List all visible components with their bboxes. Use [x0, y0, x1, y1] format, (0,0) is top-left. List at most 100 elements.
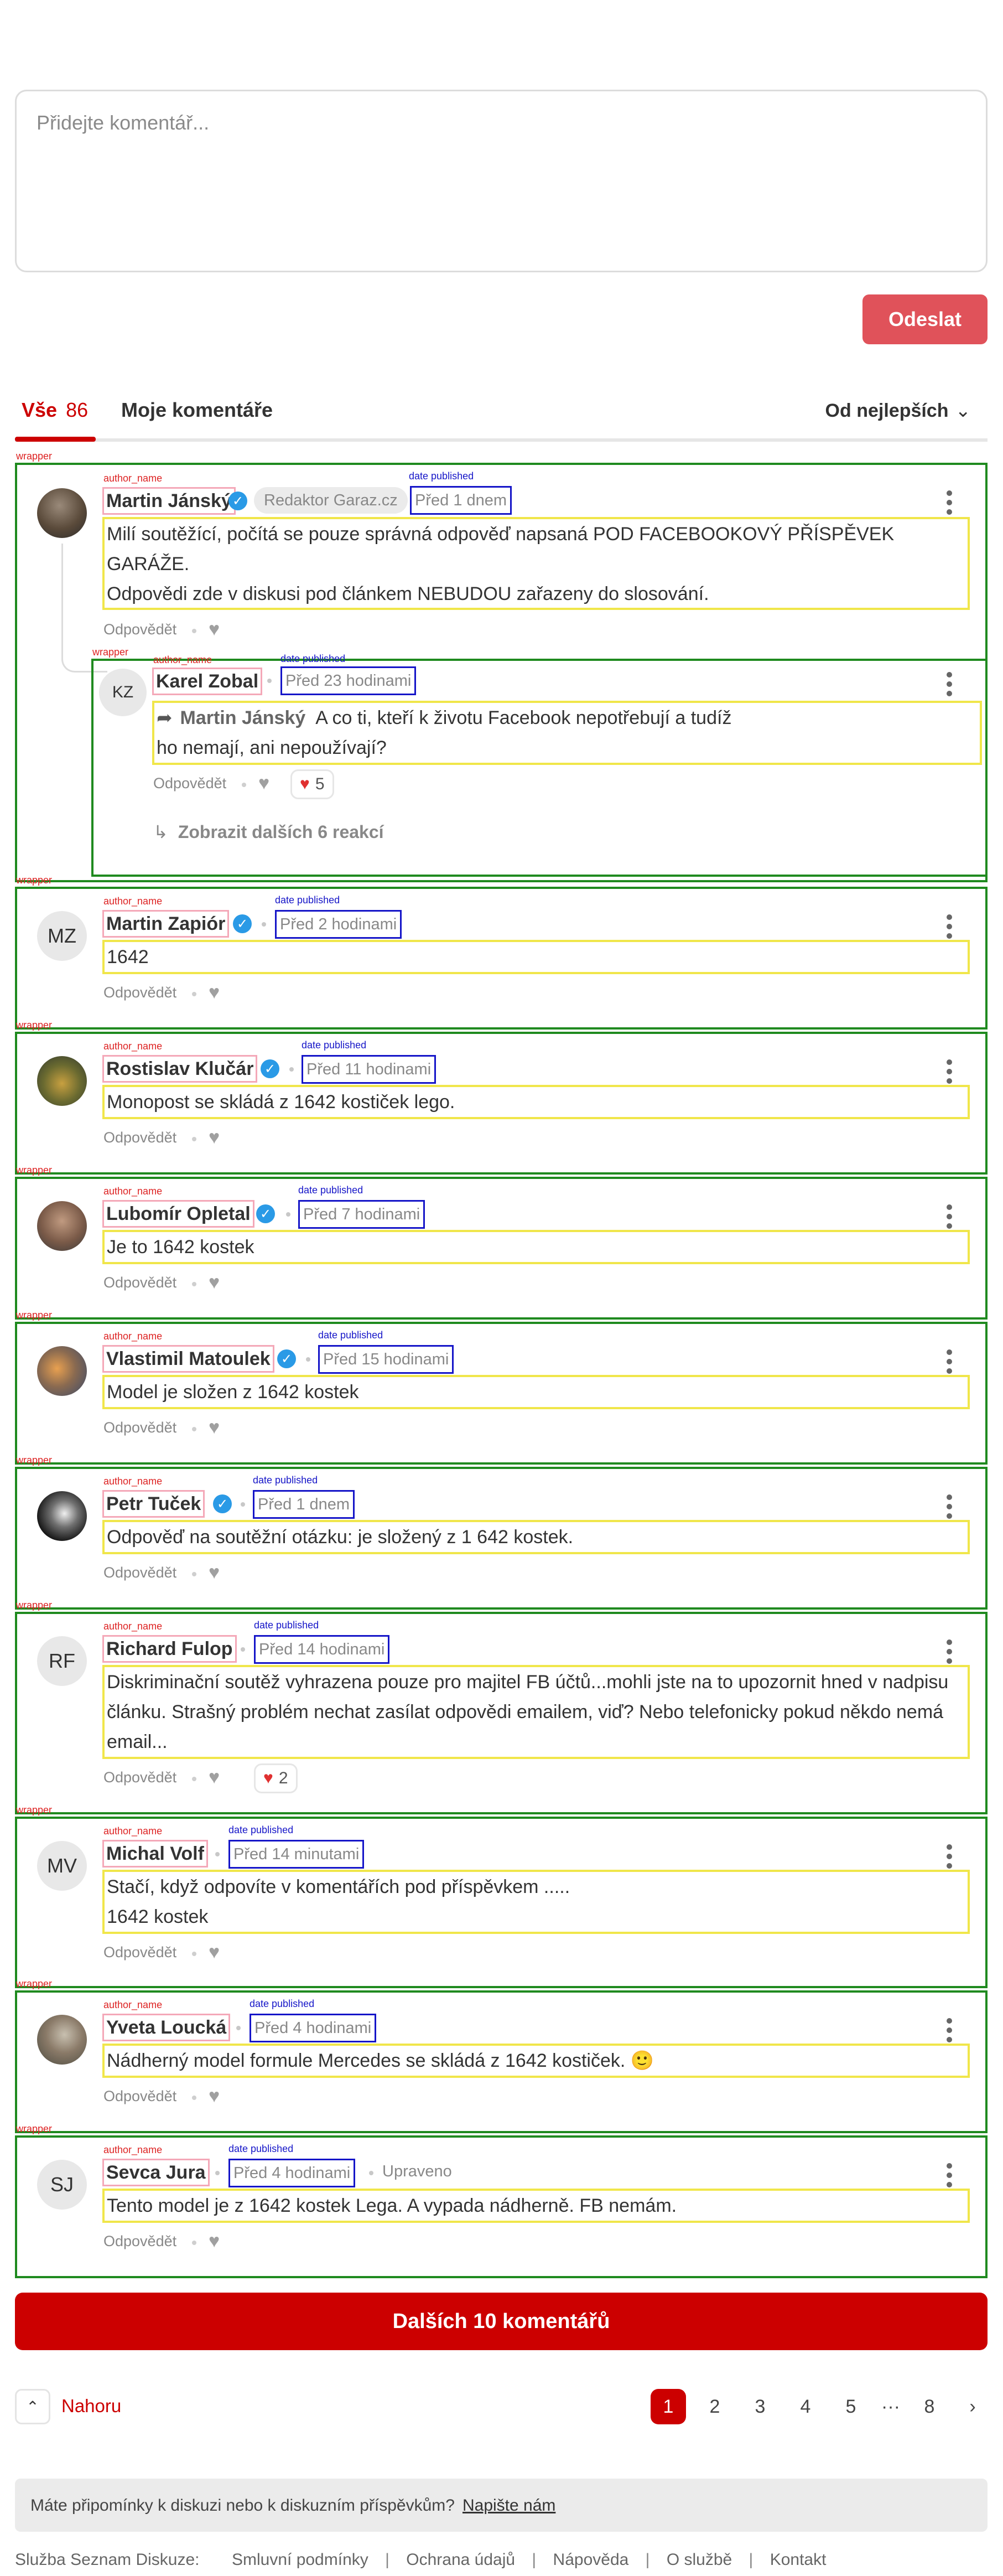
comment-placeholder: Přidejte komentář... — [37, 111, 210, 134]
author-name[interactable]: Petr Tuček — [102, 1490, 205, 1518]
comment-textarea[interactable]: Přidejte komentář... — [15, 90, 988, 272]
date-published-tag: date published — [228, 2143, 294, 2154]
avatar[interactable]: MZ — [37, 911, 87, 961]
separator-dot — [267, 679, 272, 683]
page-5[interactable]: 5 — [833, 2389, 869, 2424]
avatar[interactable] — [37, 1346, 87, 1396]
page-1[interactable]: 1 — [651, 2389, 686, 2424]
author-name[interactable]: Martin Jánský — [102, 487, 236, 515]
like-heart-icon[interactable]: ♥ — [209, 620, 220, 639]
author-name[interactable]: Yveta Loucká — [102, 2014, 231, 2041]
author-name[interactable]: Martin Zapiór — [102, 910, 230, 938]
comment-text: Nádherný model formule Mercedes se sklád… — [102, 2044, 970, 2078]
date-published: Před 4 hodinami — [228, 2159, 356, 2187]
comment-wrapper: wrapper author_name date published Lubom… — [15, 1165, 988, 1320]
wrapper-tag: wrapper — [16, 1020, 53, 1031]
show-more-replies-button[interactable]: ↳ Zobrazit dalších 6 reakcí — [153, 821, 384, 842]
page-3[interactable]: 3 — [742, 2389, 778, 2424]
comment-wrapper: wrapper author_name date published Petr … — [15, 1455, 988, 1610]
author-name[interactable]: Vlastimil Matoulek — [102, 1345, 274, 1373]
like-heart-icon[interactable]: ♥ — [209, 1768, 220, 1787]
feedback-bar: Máte připomínky k diskuzi nebo k diskuzn… — [15, 2479, 988, 2532]
more-options-icon[interactable] — [947, 1204, 953, 1233]
like-heart-icon[interactable]: ♥ — [258, 774, 269, 793]
likes-count-badge[interactable]: ♥ 2 — [254, 1763, 298, 1793]
page-8[interactable]: 8 — [912, 2389, 947, 2424]
date-published-tag: date published — [253, 1475, 318, 1486]
author-name[interactable]: Lubomír Opletal — [102, 1200, 254, 1228]
footer-link-contact[interactable]: Kontakt — [770, 2551, 827, 2569]
avatar[interactable] — [37, 1201, 87, 1251]
tab-all[interactable]: Vše 86 — [22, 399, 88, 422]
sort-dropdown[interactable]: Od nejlepších ⌄ — [825, 400, 971, 422]
like-heart-icon[interactable]: ♥ — [209, 1943, 220, 1962]
like-heart-icon[interactable]: ♥ — [209, 2232, 220, 2251]
more-options-icon[interactable] — [947, 1494, 953, 1523]
like-heart-icon[interactable]: ♥ — [209, 1128, 220, 1147]
avatar[interactable] — [37, 488, 87, 538]
like-heart-icon[interactable]: ♥ — [209, 1273, 220, 1292]
reply-button[interactable]: Odpovědět — [103, 1944, 176, 1961]
more-options-icon[interactable] — [947, 2163, 953, 2191]
reply-button[interactable]: Odpovědět — [103, 1274, 176, 1291]
more-options-icon[interactable] — [947, 914, 953, 943]
quoted-author[interactable]: Martin Jánský — [180, 707, 306, 728]
more-options-icon[interactable] — [947, 672, 953, 700]
likes-count-badge[interactable]: ♥ 5 — [290, 769, 334, 799]
avatar[interactable]: KZ — [99, 669, 147, 716]
reply-button[interactable]: Odpovědět — [103, 1564, 176, 1581]
avatar[interactable] — [37, 2015, 87, 2065]
footer-link-about[interactable]: O službě — [667, 2551, 732, 2569]
author-name[interactable]: Michal Volf — [102, 1840, 208, 1868]
more-options-icon[interactable] — [947, 1349, 953, 1378]
date-published-tag: date published — [250, 1998, 315, 2009]
footer-link-help[interactable]: Nápověda — [553, 2551, 629, 2569]
more-options-icon[interactable] — [947, 1844, 953, 1872]
chevron-right-icon[interactable]: › — [955, 2389, 990, 2424]
author-name[interactable]: Richard Fulop — [102, 1635, 237, 1663]
more-options-icon[interactable] — [947, 1059, 953, 1088]
load-more-comments-button[interactable]: Dalších 10 komentářů — [15, 2293, 988, 2350]
comment-text-line: GARÁŽE. — [107, 554, 190, 575]
avatar[interactable] — [37, 1491, 87, 1541]
author-name[interactable]: Sevca Jura — [102, 2159, 210, 2186]
like-heart-icon[interactable]: ♥ — [209, 983, 220, 1002]
like-heart-icon[interactable]: ♥ — [209, 1418, 220, 1437]
avatar[interactable]: RF — [37, 1636, 87, 1686]
author-name-tag: author_name — [103, 1999, 163, 2010]
comment-text: Monopost se skládá z 1642 kostiček lego. — [102, 1085, 970, 1119]
page-4[interactable]: 4 — [788, 2389, 823, 2424]
send-button[interactable]: Odeslat — [862, 294, 988, 344]
comment-text-line: email... — [107, 1731, 168, 1752]
reply-button[interactable]: Odpovědět — [153, 775, 226, 792]
tab-my-comments[interactable]: Moje komentáře — [121, 399, 273, 422]
more-options-icon[interactable] — [947, 2018, 953, 2046]
write-us-link[interactable]: Napište nám — [462, 2496, 555, 2515]
comment-text-line: Odpovědi zde v diskusi pod článkem NEBUD… — [107, 583, 709, 604]
avatar[interactable]: SJ — [37, 2160, 87, 2210]
more-options-icon[interactable] — [947, 1639, 953, 1668]
author-name[interactable]: Karel Zobal — [152, 668, 263, 695]
separator-dot — [192, 1282, 196, 1286]
reply-button[interactable]: Odpovědět — [103, 1419, 176, 1436]
reply-button[interactable]: Odpovědět — [103, 1769, 176, 1786]
more-options-icon[interactable] — [947, 490, 953, 519]
avatar[interactable]: MV — [37, 1841, 87, 1891]
page-2[interactable]: 2 — [697, 2389, 732, 2424]
reply-button[interactable]: Odpovědět — [103, 621, 176, 638]
footer-link-privacy[interactable]: Ochrana údajů — [406, 2551, 515, 2569]
reply-button[interactable]: Odpovědět — [103, 984, 176, 1001]
separator-dot — [286, 1212, 290, 1217]
author-name[interactable]: Rostislav Klučár — [102, 1055, 258, 1083]
footer-link-terms[interactable]: Smluvní podmínky — [232, 2551, 368, 2569]
reply-button[interactable]: Odpovědět — [103, 1129, 176, 1146]
author-name-tag: author_name — [103, 1621, 163, 1632]
like-heart-icon[interactable]: ♥ — [209, 2087, 220, 2106]
reply-button[interactable]: Odpovědět — [103, 2088, 176, 2105]
like-heart-icon[interactable]: ♥ — [209, 1563, 220, 1582]
reply-button[interactable]: Odpovědět — [103, 2233, 176, 2250]
wrapper-tag: wrapper — [16, 1455, 53, 1466]
avatar[interactable] — [37, 1056, 87, 1106]
date-published: Před 1 dnem — [410, 486, 512, 515]
verified-icon: ✓ — [233, 914, 252, 933]
